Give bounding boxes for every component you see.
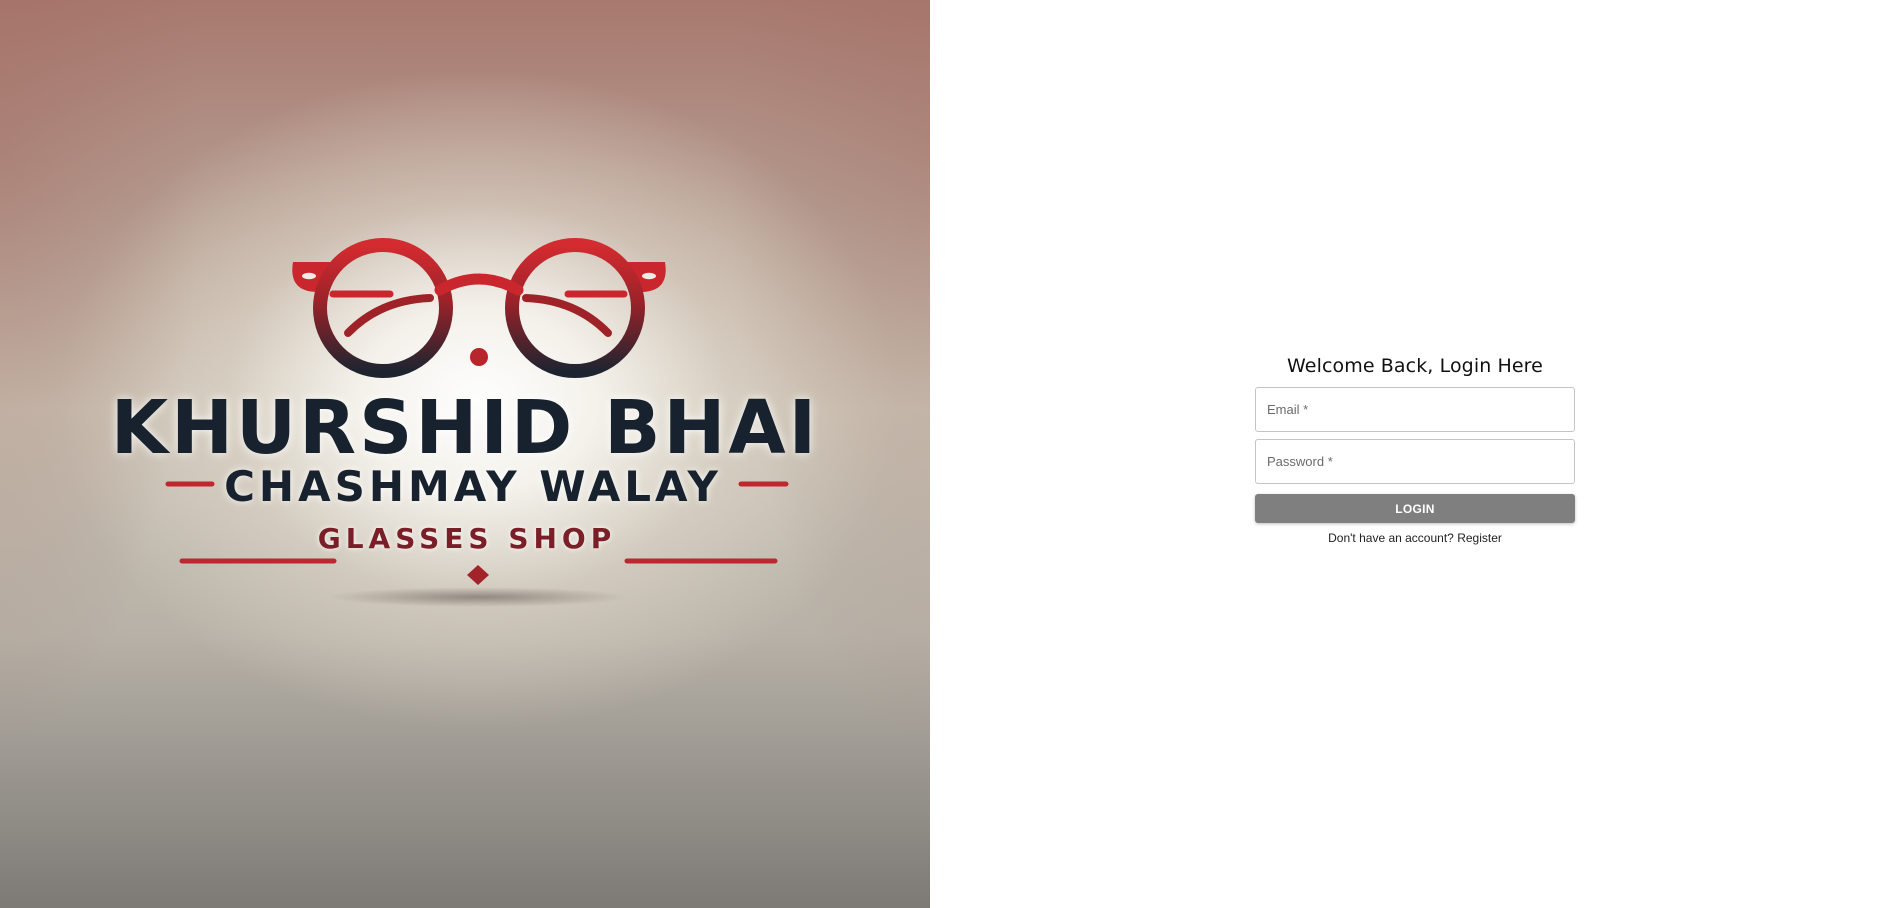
password-field[interactable] <box>1255 439 1575 484</box>
login-page: KHURSHID BHAI CHASHMAY WALAY GLASSES SHO… <box>0 0 1896 908</box>
logo-subtitle: CHASHMAY WALAY <box>224 462 722 511</box>
login-button[interactable]: LOGIN <box>1255 494 1575 523</box>
password-input[interactable] <box>1256 440 1574 483</box>
login-form: Welcome Back, Login Here LOGIN Don't hav… <box>1255 355 1575 545</box>
register-prompt-text: Don't have an account? <box>1328 531 1454 545</box>
register-prompt: Don't have an account? Register <box>1255 531 1575 545</box>
email-field[interactable] <box>1255 387 1575 432</box>
email-input[interactable] <box>1256 388 1574 431</box>
logo-tagline: GLASSES SHOP <box>317 522 617 555</box>
hero-panel: KHURSHID BHAI CHASHMAY WALAY GLASSES SHO… <box>0 0 930 908</box>
register-link[interactable]: Register <box>1457 531 1502 545</box>
login-panel: Welcome Back, Login Here LOGIN Don't hav… <box>930 0 1896 908</box>
logo-title: KHURSHID BHAI <box>110 385 820 471</box>
login-title: Welcome Back, Login Here <box>1287 355 1543 377</box>
